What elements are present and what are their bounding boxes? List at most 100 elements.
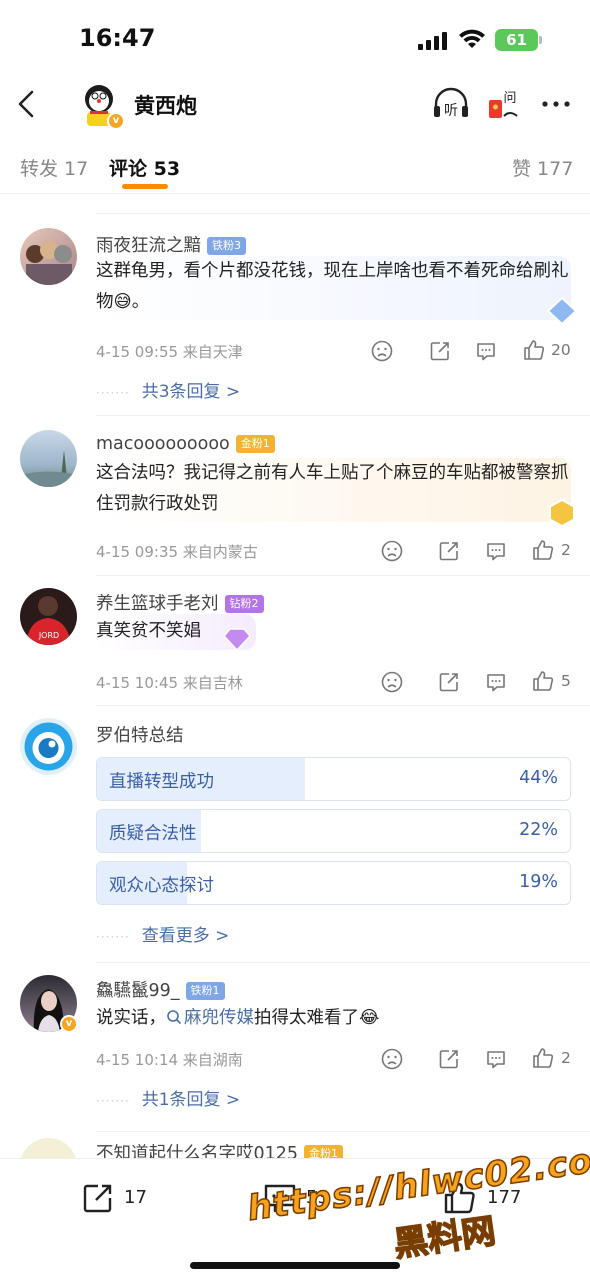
more-options-icon[interactable] bbox=[540, 86, 572, 122]
view-more-text: 查看更多 > bbox=[141, 926, 230, 946]
battery-tip bbox=[539, 36, 542, 44]
poll-option-percent: 19% bbox=[519, 872, 558, 892]
view-replies-link[interactable]: ······· 共3条回复 > bbox=[96, 377, 240, 402]
robot-mascot-avatar-icon bbox=[24, 722, 73, 771]
comment-text: 这群龟男，看个片都没花钱，现在上岸啥也看不着死命给刷礼物😅。 bbox=[96, 261, 569, 312]
like-icon[interactable] bbox=[531, 538, 555, 562]
poll-option[interactable]: 质疑合法性 22% bbox=[96, 809, 571, 853]
header: v 黄西炮 听 问 bbox=[0, 76, 590, 134]
battery-indicator: 61 bbox=[495, 29, 538, 51]
basketball-player-avatar-icon: JORD bbox=[26, 596, 71, 645]
topic-link-text: 麻兜传媒 bbox=[184, 1008, 254, 1028]
signal-icon bbox=[418, 30, 450, 50]
commenter-avatar[interactable] bbox=[20, 228, 77, 285]
more-dots: ······· bbox=[96, 930, 130, 944]
reply-icon[interactable] bbox=[484, 670, 508, 694]
comment-icon[interactable] bbox=[262, 1181, 298, 1215]
verified-badge-icon: v bbox=[107, 112, 125, 130]
listen-label: 听 bbox=[444, 103, 458, 119]
commenter-avatar[interactable]: JORD bbox=[20, 588, 77, 645]
comment-item: v 鱻驠鬣99_ 铁粉1 说实话， 麻兜传媒拍得太难看了😂 4-15 10:14 来… bbox=[0, 963, 590, 1131]
comment-meta: 4-15 10:45 来自吉林 bbox=[96, 674, 243, 692]
poll-option[interactable]: 观众心态探讨 19% bbox=[96, 861, 571, 905]
comment-text-suffix: 拍得太难看了😂 bbox=[254, 1008, 380, 1028]
fan-badge: 钻粉2 bbox=[224, 595, 264, 613]
home-indicator bbox=[190, 1262, 400, 1269]
tab-reposts[interactable]: 转发 17 bbox=[20, 154, 88, 181]
repost-icon[interactable] bbox=[80, 1181, 116, 1215]
like-count: 2 bbox=[561, 541, 571, 559]
like-icon[interactable] bbox=[531, 1046, 555, 1070]
like-count: 5 bbox=[561, 672, 571, 690]
page-title[interactable]: 黄西炮 bbox=[134, 90, 197, 120]
commenter-avatar[interactable] bbox=[20, 1138, 77, 1158]
anime-group-avatar-icon bbox=[26, 241, 72, 285]
avatar[interactable]: v bbox=[76, 81, 125, 130]
share-icon[interactable] bbox=[428, 339, 452, 363]
poll-option[interactable]: 直播转型成功 44% bbox=[96, 757, 571, 801]
view-more-link[interactable]: ······· 查看更多 > bbox=[96, 921, 229, 946]
headphones-listen-icon[interactable]: 听 bbox=[432, 86, 470, 122]
poll-comment-item: 罗伯特总结 直播转型成功 44% 质疑合法性 22% 观众心态探讨 19% ··… bbox=[0, 706, 590, 961]
dislike-icon[interactable] bbox=[380, 670, 404, 694]
poll-option-percent: 44% bbox=[519, 768, 558, 788]
comment-count: 53 bbox=[306, 1187, 329, 1208]
commenter-name[interactable]: 养生篮球手老刘 钻粉2 bbox=[96, 590, 264, 615]
commenter-avatar[interactable] bbox=[20, 718, 77, 775]
commenter-name[interactable]: 不知道起什么名字哎0125 金粉1 bbox=[96, 1140, 344, 1158]
like-bottom-icon[interactable] bbox=[442, 1181, 478, 1215]
poll-option-percent: 22% bbox=[519, 820, 558, 840]
commenter-name[interactable]: 雨夜狂流之黯 铁粉3 bbox=[96, 232, 246, 257]
commenter-name[interactable]: 鱻驠鬣99_ 铁粉1 bbox=[96, 977, 225, 1002]
comment-item: 不知道起什么名字哎0125 金粉1 bbox=[0, 1132, 590, 1158]
view-replies-link[interactable]: ······· 共1条回复 > bbox=[96, 1085, 240, 1110]
dislike-icon[interactable] bbox=[370, 339, 394, 363]
tab-likes[interactable]: 赞 177 bbox=[512, 154, 573, 181]
replies-dots: ······· bbox=[96, 386, 130, 400]
share-icon[interactable] bbox=[437, 539, 461, 563]
reply-icon[interactable] bbox=[484, 539, 508, 563]
topic-link[interactable]: 麻兜传媒 bbox=[166, 1008, 254, 1028]
comment-text: 真笑贫不笑娼 bbox=[96, 621, 201, 641]
like-icon[interactable] bbox=[531, 669, 555, 693]
like-count: 20 bbox=[551, 341, 571, 359]
commenter-name[interactable]: 罗伯特总结 bbox=[96, 722, 184, 747]
dislike-icon[interactable] bbox=[380, 1047, 404, 1071]
reply-icon[interactable] bbox=[474, 339, 498, 363]
share-icon[interactable] bbox=[437, 670, 461, 694]
back-button[interactable] bbox=[12, 86, 42, 122]
like-total-count: 177 bbox=[487, 1187, 522, 1208]
commenter-name[interactable]: macooooooooo 金粉1 bbox=[96, 434, 275, 454]
gold-hexagon-decoration-icon bbox=[549, 498, 575, 528]
comment-meta: 4-15 09:35 来自内蒙古 bbox=[96, 543, 258, 561]
tab-comments[interactable]: 评论 53 bbox=[109, 154, 180, 181]
commenter-name-text: 养生篮球手老刘 bbox=[96, 594, 219, 614]
comment-item: JORD 养生篮球手老刘 钻粉2 真笑贫不笑娼 4-15 10:45 来自吉林 5 bbox=[0, 576, 590, 704]
like-icon[interactable] bbox=[522, 338, 546, 362]
fan-badge: 铁粉1 bbox=[185, 982, 225, 1000]
commenter-name-text: macooooooooo bbox=[96, 434, 230, 454]
commenter-avatar[interactable] bbox=[20, 430, 77, 487]
status-bar: 16:47 61 bbox=[0, 0, 590, 76]
fan-badge: 金粉1 bbox=[235, 435, 275, 453]
comment-item: macooooooooo 金粉1 这合法吗？我记得之前有人车上贴了个麻豆的车贴都被… bbox=[0, 416, 590, 574]
comment-item: 雨夜狂流之黯 铁粉3 这群龟男，看个片都没花钱，现在上岸啥也看不着死命给刷礼物😅。… bbox=[0, 214, 590, 414]
diamond-decoration-icon bbox=[546, 296, 578, 326]
repost-count: 17 bbox=[124, 1187, 147, 1208]
comment-meta: 4-15 09:55 来自天津 bbox=[96, 343, 243, 361]
ask-label: 问 bbox=[503, 91, 516, 106]
commenter-name-text: 鱻驠鬣99_ bbox=[96, 981, 180, 1001]
status-time: 16:47 bbox=[79, 24, 156, 52]
share-icon[interactable] bbox=[437, 1047, 461, 1071]
comment-text-prefix: 说实话， bbox=[96, 1008, 166, 1028]
fan-badge: 金粉1 bbox=[304, 1145, 344, 1158]
replies-text: 共1条回复 > bbox=[141, 1090, 241, 1110]
purple-diamond-decoration-icon bbox=[222, 628, 252, 652]
verified-badge-icon: v bbox=[60, 1015, 78, 1033]
dislike-icon[interactable] bbox=[380, 539, 404, 563]
search-icon bbox=[167, 1010, 182, 1025]
red-packet-ask-icon[interactable]: 问 bbox=[486, 86, 520, 122]
poll-option-label: 直播转型成功 bbox=[109, 772, 214, 792]
reply-icon[interactable] bbox=[484, 1047, 508, 1071]
poll-option-label: 质疑合法性 bbox=[109, 824, 197, 844]
